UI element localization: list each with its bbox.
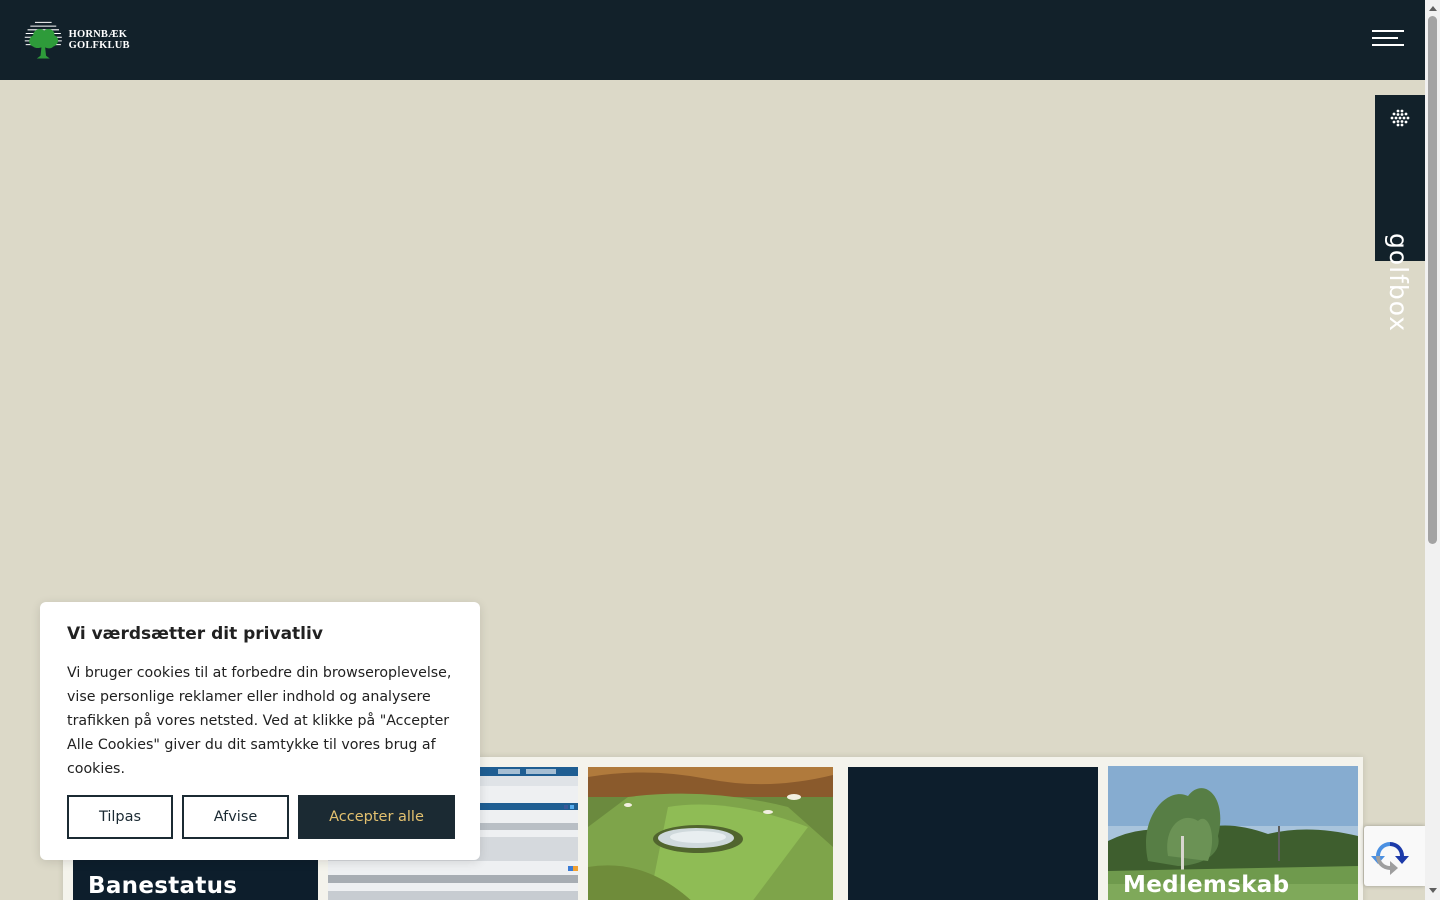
recaptcha-icon <box>1371 842 1409 875</box>
golf-course-aerial-image <box>588 767 833 900</box>
oak-tree-logo-icon <box>24 21 62 59</box>
card-title: Banestatus <box>88 873 238 899</box>
logo-text: HORNBÆK GOLFKLUB <box>68 29 130 51</box>
golfbox-globe-icon <box>1390 109 1410 127</box>
reject-button[interactable]: Afvise <box>182 795 289 839</box>
scrollbar-thumb[interactable] <box>1428 16 1437 544</box>
hamburger-menu-button[interactable] <box>1372 30 1404 50</box>
site-logo[interactable]: HORNBÆK GOLFKLUB <box>22 17 182 63</box>
golfbox-side-tab[interactable]: golfbox <box>1375 95 1425 332</box>
cookie-description: Vi bruger cookies til at forbedre din br… <box>67 665 452 777</box>
site-header: HORNBÆK GOLFKLUB <box>0 0 1425 80</box>
card-course-aerial[interactable] <box>588 767 833 900</box>
cookie-consent-dialog: Vi værdsætter dit privatliv Vi bruger co… <box>40 602 480 860</box>
card-title: Medlemskab <box>1123 872 1290 898</box>
golfbox-label: golfbox <box>1384 233 1413 333</box>
menu-line <box>1372 30 1404 32</box>
cookie-title: Vi værdsætter dit privatliv <box>67 624 323 644</box>
card-dark-panel[interactable] <box>848 767 1098 900</box>
vertical-scrollbar[interactable] <box>1425 0 1440 900</box>
scroll-up-arrow-icon[interactable] <box>1429 6 1437 11</box>
cookie-button-row: Tilpas Afvise Accepter alle <box>67 795 455 839</box>
menu-line <box>1372 44 1404 46</box>
accept-all-button[interactable]: Accepter alle <box>298 795 455 839</box>
recaptcha-badge[interactable] <box>1364 826 1425 886</box>
scroll-down-arrow-icon[interactable] <box>1429 888 1437 893</box>
menu-line <box>1372 37 1398 39</box>
card-medlemskab[interactable]: Medlemskab <box>1108 766 1358 900</box>
customize-button[interactable]: Tilpas <box>67 795 173 839</box>
